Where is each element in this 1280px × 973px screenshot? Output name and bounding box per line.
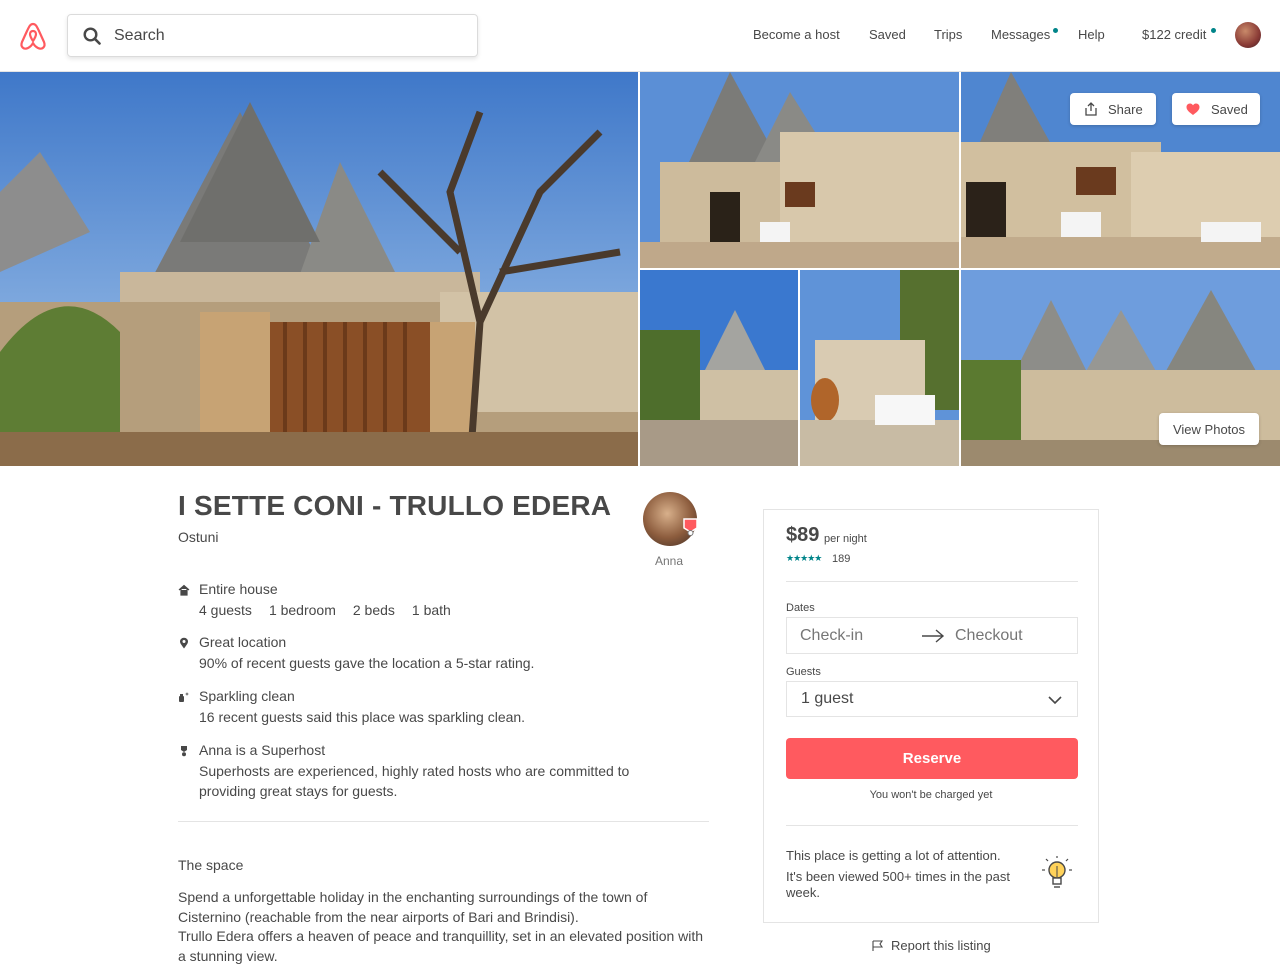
feature-description: Superhosts are experienced, highly rated… bbox=[199, 763, 630, 799]
report-listing-link[interactable]: Report this listing bbox=[872, 938, 991, 953]
sparkle-icon bbox=[179, 692, 189, 702]
feature-heading: Sparkling clean bbox=[199, 688, 295, 704]
no-charge-note: You won't be charged yet bbox=[869, 789, 993, 801]
listing-photo-5[interactable] bbox=[800, 270, 959, 466]
share-icon bbox=[1085, 102, 1097, 116]
section-divider bbox=[178, 821, 709, 822]
nav-credit[interactable]: $122 credit bbox=[1142, 27, 1206, 42]
rating-stars[interactable]: ★★★★★ bbox=[786, 553, 822, 564]
share-button[interactable]: Share bbox=[1070, 93, 1156, 125]
listing-photo-4[interactable] bbox=[640, 270, 798, 466]
view-photos-label: View Photos bbox=[1172, 421, 1246, 437]
arrow-right-icon bbox=[922, 629, 945, 643]
date-range-picker[interactable]: Check-in Checkout bbox=[786, 617, 1078, 654]
card-divider bbox=[786, 825, 1078, 826]
feature-description: 16 recent guests said this place was spa… bbox=[199, 709, 526, 725]
saved-button[interactable]: Saved bbox=[1172, 93, 1260, 125]
nav-trips[interactable]: Trips bbox=[934, 27, 962, 42]
nav-help[interactable]: Help bbox=[1078, 27, 1105, 42]
listing-city[interactable]: Ostuni bbox=[178, 529, 218, 545]
heart-icon bbox=[1186, 103, 1200, 115]
attention-heading: This place is getting a lot of attention… bbox=[786, 848, 1001, 863]
listing-photo-main[interactable] bbox=[0, 72, 638, 466]
listing-title: I SETTE CONI - TRULLO EDERA bbox=[178, 490, 612, 521]
feature-heading: Great location bbox=[199, 634, 287, 650]
review-count[interactable]: 189 bbox=[832, 553, 850, 565]
saved-label: Saved bbox=[1211, 101, 1248, 117]
attention-text: It's been viewed 500+ times in the past … bbox=[786, 869, 1010, 900]
flag-icon bbox=[872, 939, 884, 951]
search-icon bbox=[83, 27, 101, 45]
location-pin-icon bbox=[180, 637, 188, 649]
feature-heading: Entire house bbox=[199, 581, 278, 597]
guests-select[interactable]: 1 guest bbox=[786, 681, 1078, 717]
nav-become-host[interactable]: Become a host bbox=[753, 27, 840, 42]
chevron-down-icon bbox=[1048, 696, 1062, 705]
booking-card: $89 per night ★★★★★ 189 Dates Check-in C… bbox=[763, 509, 1099, 923]
feature-description: 90% of recent guests gave the location a… bbox=[199, 655, 535, 671]
listing-photo-3[interactable]: Share Saved bbox=[961, 72, 1280, 268]
top-nav-bar: Become a host Saved Trips Messages Help … bbox=[0, 0, 1280, 72]
superhost-badge-icon bbox=[683, 518, 698, 536]
guests-label: Guests bbox=[786, 666, 821, 678]
feature-details: 4 guests 1 bedroom 2 beds 1 bath bbox=[199, 601, 679, 621]
bedroom-count: 1 bedroom bbox=[268, 602, 336, 618]
listing-photo-6[interactable]: View Photos bbox=[961, 270, 1280, 466]
bath-count: 1 bath bbox=[411, 602, 451, 618]
view-photos-button[interactable]: View Photos bbox=[1159, 413, 1259, 445]
feature-heading: Anna is a Superhost bbox=[199, 742, 326, 758]
nav-messages[interactable]: Messages bbox=[991, 27, 1050, 42]
home-icon bbox=[178, 584, 190, 596]
card-divider bbox=[786, 581, 1078, 582]
credit-notification-dot bbox=[1211, 28, 1216, 33]
nav-saved[interactable]: Saved bbox=[869, 27, 906, 42]
reserve-button[interactable]: Reserve bbox=[786, 738, 1078, 779]
airbnb-logo-icon[interactable] bbox=[19, 21, 47, 51]
guests-value: 1 guest bbox=[801, 690, 854, 707]
search-bar[interactable] bbox=[67, 14, 478, 57]
guest-count: 4 guests bbox=[199, 602, 252, 618]
nightly-price: $89 bbox=[786, 524, 820, 546]
per-night-label: per night bbox=[824, 533, 867, 545]
listing-photo-2[interactable] bbox=[640, 72, 959, 268]
messages-notification-dot bbox=[1053, 28, 1058, 33]
medal-icon bbox=[181, 746, 187, 757]
user-avatar[interactable] bbox=[1235, 22, 1261, 48]
search-input[interactable] bbox=[112, 23, 462, 49]
bed-count: 2 beds bbox=[352, 602, 395, 618]
space-paragraph-1: Spend a unforgettable holiday in the enc… bbox=[178, 889, 648, 925]
photo-gallery[interactable]: Share Saved View Photos bbox=[0, 72, 1280, 466]
report-label: Report this listing bbox=[891, 938, 991, 953]
dates-label: Dates bbox=[786, 602, 815, 614]
lightbulb-icon bbox=[1042, 856, 1072, 888]
host-name[interactable]: Anna bbox=[655, 554, 683, 568]
space-description: Spend a unforgettable holiday in the enc… bbox=[178, 888, 708, 967]
checkout-field[interactable]: Checkout bbox=[955, 627, 1023, 645]
share-label: Share bbox=[1108, 101, 1143, 117]
space-paragraph-2: Trullo Edera offers a heaven of peace an… bbox=[178, 928, 704, 965]
space-heading: The space bbox=[178, 857, 244, 873]
checkin-field[interactable]: Check-in bbox=[800, 627, 863, 645]
